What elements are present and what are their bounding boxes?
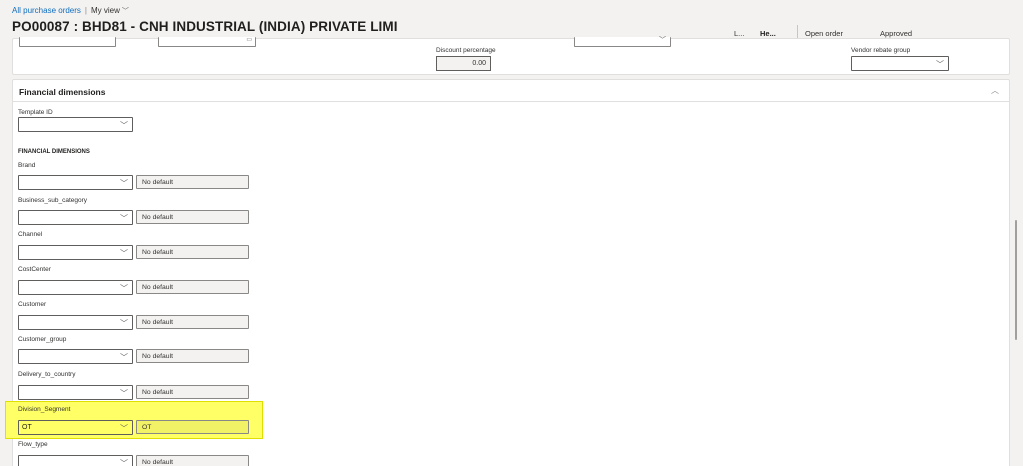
dimension-label-customer-group: Customer_group — [18, 336, 67, 343]
chevron-down-icon: ﹀ — [120, 121, 128, 130]
page-title: PO00087 : BHD81 - CNH INDUSTRIAL (INDIA)… — [12, 19, 398, 34]
dimension-label-brand: Brand — [18, 162, 36, 169]
chevron-down-icon: ﹀ — [120, 353, 128, 362]
chevron-down-icon: ﹀ — [120, 459, 128, 466]
chevron-down-icon: ﹀ — [120, 319, 128, 328]
dimension-label-business-sub-category: Business_sub_category — [18, 197, 88, 204]
discount-percentage-label: Discount percentage — [436, 47, 496, 54]
field-partial-1[interactable] — [19, 37, 116, 47]
vertical-scrollbar[interactable] — [1015, 220, 1017, 340]
template-id-dropdown[interactable]: ﹀ — [18, 117, 133, 132]
breadcrumb-separator: | — [84, 6, 87, 15]
field-partial-2[interactable]: ▭ — [158, 37, 256, 47]
chevron-down-icon: ﹀ — [120, 249, 128, 258]
more-tabs-button[interactable]: L... — [734, 29, 744, 38]
financial-dimensions-subheading: FINANCIAL DIMENSIONS — [18, 149, 90, 155]
chevron-down-icon: ﹀ — [120, 179, 128, 188]
dimension-default-delivery-to-country: No default — [136, 385, 249, 399]
general-section: ▭ ﹀ Discount percentage 0.00 Vendor reba… — [12, 37, 1010, 75]
dimension-label-costcenter: CostCenter — [18, 266, 51, 273]
dimension-label-channel: Channel — [18, 231, 43, 238]
dimension-dropdown-brand[interactable]: ﹀ — [18, 175, 133, 190]
dimension-default-customer: No default — [136, 315, 249, 329]
chevron-down-icon: ﹀ — [120, 424, 128, 433]
chevron-up-icon[interactable]: ︿ — [991, 85, 999, 96]
dimension-default-division-segment: OT — [136, 420, 249, 434]
chevron-down-icon: ﹀ — [120, 389, 128, 398]
my-view-dropdown[interactable]: My view — [91, 6, 120, 15]
dimension-default-brand: No default — [136, 175, 249, 189]
dimension-dropdown-division-segment[interactable]: OT ﹀ — [18, 420, 133, 435]
status-approval: Approved — [880, 29, 913, 38]
vendor-rebate-group-label: Vendor rebate group — [851, 47, 911, 54]
dimension-dropdown-customer[interactable]: ﹀ — [18, 315, 133, 330]
calendar-icon[interactable]: ▭ — [246, 36, 252, 43]
financial-dimensions-header[interactable]: Financial dimensions ︿ — [13, 80, 1009, 102]
template-id-label: Template ID — [18, 109, 53, 116]
financial-dimensions-title: Financial dimensions — [19, 87, 106, 97]
status-order: Open order — [805, 29, 843, 38]
chevron-down-icon: ﹀ — [120, 214, 128, 223]
field-partial-3[interactable]: ﹀ — [574, 37, 671, 47]
chevron-down-icon: ﹀ — [936, 60, 944, 69]
dimension-label-customer: Customer — [18, 301, 47, 308]
dimension-default-business-sub-category: No default — [136, 210, 249, 224]
dimension-label-delivery-to-country: Delivery_to_country — [18, 371, 76, 378]
dimension-label-division-segment: Division_Segment — [18, 406, 71, 413]
header-divider — [797, 25, 798, 39]
dimension-default-flow-type: No default — [136, 455, 249, 466]
vendor-rebate-group-dropdown[interactable]: ﹀ — [851, 56, 949, 71]
chevron-down-icon[interactable]: ﹀ — [122, 8, 129, 15]
breadcrumb-all-purchase-orders[interactable]: All purchase orders — [12, 6, 81, 15]
tab-header[interactable]: He... — [760, 29, 776, 38]
dimension-dropdown-customer-group[interactable]: ﹀ — [18, 349, 133, 364]
chevron-down-icon: ﹀ — [120, 284, 128, 293]
dimension-default-channel: No default — [136, 245, 249, 259]
dimension-dropdown-flow-type[interactable]: ﹀ — [18, 455, 133, 466]
dimension-default-customer-group: No default — [136, 349, 249, 363]
dimension-dropdown-channel[interactable]: ﹀ — [18, 245, 133, 260]
dimension-dropdown-costcenter[interactable]: ﹀ — [18, 280, 133, 295]
dimension-dropdown-business-sub-category[interactable]: ﹀ — [18, 210, 133, 225]
chevron-down-icon[interactable]: ﹀ — [659, 35, 666, 45]
breadcrumb: All purchase orders | My view ﹀ — [12, 6, 129, 16]
discount-percentage-input[interactable]: 0.00 — [436, 56, 491, 71]
dimension-dropdown-delivery-to-country[interactable]: ﹀ — [18, 385, 133, 400]
dimension-label-flow-type: Flow_type — [18, 441, 48, 448]
dimension-default-costcenter: No default — [136, 280, 249, 294]
